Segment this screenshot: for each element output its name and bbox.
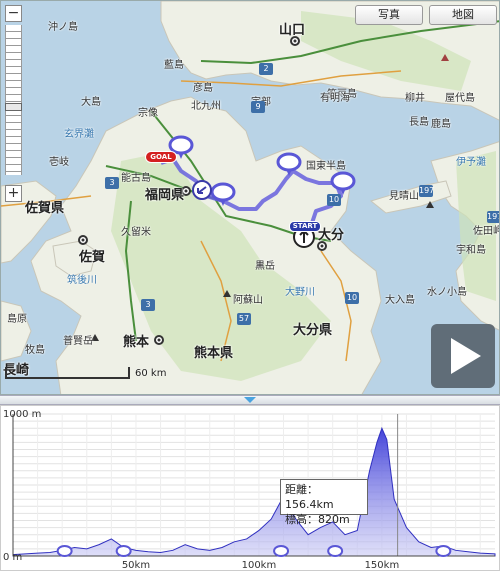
map-label: 屋代島 bbox=[445, 93, 475, 104]
map-label: 黒岳 bbox=[255, 261, 275, 272]
route-shield: 197 bbox=[487, 211, 499, 223]
map-label: 熊本県 bbox=[194, 346, 234, 361]
city-marker bbox=[290, 36, 300, 46]
waypoint-ring bbox=[56, 545, 73, 557]
map-label: 大野川 bbox=[285, 287, 315, 298]
map-label: 普賢岳 bbox=[63, 336, 93, 347]
y-tick-label-top: 1000 m bbox=[3, 409, 41, 420]
map-label: 有明海 bbox=[320, 93, 350, 104]
city-marker bbox=[78, 235, 88, 245]
map-label: 宗像 bbox=[138, 108, 158, 119]
map-label: 沖ノ島 bbox=[48, 22, 78, 33]
direction-arrow-icon bbox=[192, 180, 212, 200]
x-tick-label: 150km bbox=[365, 560, 400, 571]
map-label: 大分 bbox=[318, 228, 345, 243]
map-label: 能古島 bbox=[121, 173, 151, 184]
route-shield: 10 bbox=[327, 194, 341, 206]
panel-splitter[interactable] bbox=[0, 395, 500, 405]
map-label: 筑後川 bbox=[67, 275, 97, 286]
scale-label: 60 km bbox=[135, 368, 167, 379]
map-label: 福岡県 bbox=[145, 188, 185, 203]
x-tick-label: 100km bbox=[242, 560, 277, 571]
map-label: 北九州 bbox=[191, 101, 221, 112]
map-label: 見晴山 bbox=[389, 191, 419, 202]
map-label: 熊本 bbox=[123, 335, 150, 350]
map-label: 宇和島 bbox=[456, 245, 486, 256]
map-label: 長島 bbox=[409, 117, 429, 128]
waypoint-ring bbox=[435, 545, 452, 557]
photo-view-button[interactable]: 写真 bbox=[355, 5, 423, 25]
waypoint-ring bbox=[273, 545, 290, 557]
route-shield: 9 bbox=[251, 101, 265, 113]
waypoint-ring bbox=[327, 545, 344, 557]
map-label: 大分県 bbox=[293, 323, 333, 338]
map-label: 壱岐 bbox=[49, 157, 69, 168]
city-marker bbox=[317, 241, 327, 251]
play-button[interactable] bbox=[431, 324, 495, 388]
map-label: 阿蘇山 bbox=[233, 295, 263, 306]
map-label: 大入島 bbox=[385, 295, 415, 306]
zoom-out-button[interactable]: − bbox=[5, 5, 22, 22]
x-tick-label: 50km bbox=[122, 560, 150, 571]
map-label: 島原 bbox=[7, 314, 27, 325]
map-label: 山口 bbox=[279, 23, 306, 38]
goal-marker[interactable]: GOAL bbox=[145, 151, 177, 163]
map-label: 佐賀県 bbox=[25, 201, 65, 216]
route-shield: 10 bbox=[345, 292, 359, 304]
map-label: 彦島 bbox=[193, 83, 213, 94]
zoom-slider-track[interactable] bbox=[5, 25, 22, 175]
elevation-chart[interactable]: 1000 m 0 m 50km 100km 150km 距離：156.4km 標高：82… bbox=[0, 405, 500, 571]
map-label: 国東半島 bbox=[306, 161, 346, 172]
map-label: 久留米 bbox=[121, 227, 151, 238]
map-view-button[interactable]: 地図 bbox=[429, 5, 497, 25]
waypoint-ring bbox=[115, 545, 132, 557]
route-shield: 2 bbox=[259, 63, 273, 75]
route-shield: 57 bbox=[237, 313, 251, 325]
tooltip-distance: 距離：156.4km bbox=[285, 483, 334, 511]
collapse-arrow-icon[interactable] bbox=[244, 397, 256, 403]
map-label: 伊予灘 bbox=[456, 157, 486, 168]
elevation-chart-svg: 1000 m 0 m 50km 100km 150km bbox=[3, 409, 496, 571]
city-marker bbox=[154, 335, 164, 345]
elevation-tooltip: 距離：156.4km 標高：820m bbox=[280, 479, 368, 526]
route-map[interactable]: GOAL START 沖ノ島 山口 藍島 彦島 北九州 大島 宗像 宇部 笠戸島… bbox=[0, 0, 500, 395]
map-label: 玄界灘 bbox=[64, 129, 94, 140]
route-shield: 3 bbox=[141, 299, 155, 311]
zoom-in-button[interactable]: + bbox=[5, 185, 22, 202]
play-icon bbox=[451, 338, 481, 374]
map-label: 柳井 bbox=[405, 93, 425, 104]
map-label: 藍島 bbox=[164, 60, 184, 71]
zoom-control: − bbox=[5, 5, 23, 205]
map-label: 水ノ小島 bbox=[427, 287, 467, 298]
zoom-slider-handle[interactable] bbox=[5, 103, 22, 111]
map-label: 大島 bbox=[81, 97, 101, 108]
start-marker[interactable]: START bbox=[289, 221, 321, 232]
y-tick-label-bottom: 0 m bbox=[3, 552, 22, 563]
scale-bar bbox=[5, 367, 130, 379]
map-label: 鹿島 bbox=[431, 119, 451, 130]
route-shield: 3 bbox=[105, 177, 119, 189]
route-shield: 197 bbox=[419, 185, 435, 197]
map-label: 佐田岬 bbox=[473, 226, 500, 237]
map-label: 牧島 bbox=[25, 345, 45, 356]
tooltip-elevation: 標高：820m bbox=[285, 513, 350, 526]
map-label: 佐賀 bbox=[79, 250, 106, 265]
